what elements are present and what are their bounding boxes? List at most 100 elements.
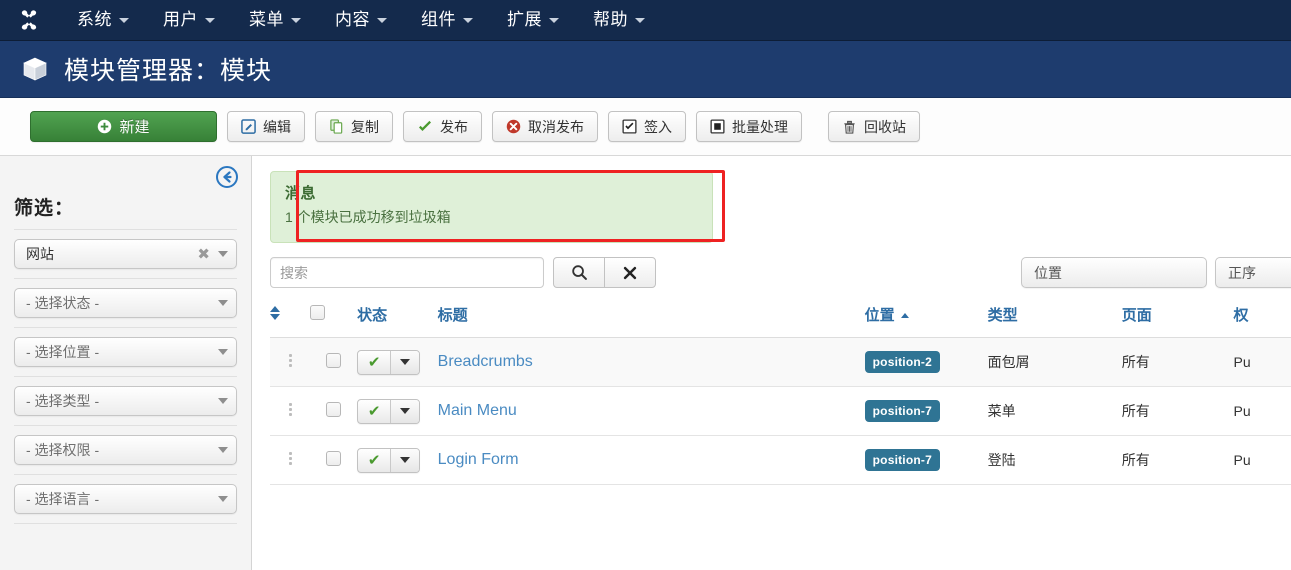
new-button[interactable]: 新建: [30, 111, 217, 142]
column-title[interactable]: 标题: [437, 304, 865, 338]
trash-button[interactable]: 回收站: [828, 111, 920, 142]
chevron-down-icon: [377, 18, 387, 24]
row-checkbox[interactable]: [326, 353, 342, 368]
select-all-checkbox[interactable]: [310, 305, 326, 320]
modules-table: 状态 标题 位置 类型 页面 权 ✔ Breadcrumbs position-…: [270, 304, 1291, 485]
filter-access-select[interactable]: - 选择权限 -: [14, 435, 237, 465]
circle-arrow-left-icon[interactable]: [215, 165, 239, 189]
column-state[interactable]: 状态: [357, 304, 438, 338]
row-position-cell: position-2: [864, 337, 988, 387]
row-title-cell: Breadcrumbs: [437, 337, 865, 387]
search-clear-button[interactable]: [604, 257, 656, 288]
table-head: 状态 标题 位置 类型 页面 权: [270, 304, 1291, 338]
sort-direction-select[interactable]: 正序: [1215, 257, 1291, 288]
batch-button[interactable]: 批量处理: [696, 111, 802, 142]
unpublish-button[interactable]: 取消发布: [492, 111, 598, 142]
state-dropdown-toggle[interactable]: [390, 350, 420, 374]
table-row: ✔ Breadcrumbs position-2 面包屑 所有 Pu: [270, 337, 1291, 387]
trash-button-label: 回收站: [864, 118, 906, 135]
pencil-square-icon: [241, 119, 256, 134]
nav-item-components[interactable]: 组件: [404, 0, 490, 40]
search-submit-button[interactable]: [553, 257, 605, 288]
publish-button[interactable]: 发布: [403, 111, 482, 142]
drag-handle-icon[interactable]: [288, 450, 292, 467]
module-title-link[interactable]: Breadcrumbs: [438, 353, 533, 370]
chevron-down-icon: [218, 447, 228, 453]
batch-button-label: 批量处理: [732, 118, 788, 135]
filter-type-select[interactable]: - 选择类型 -: [14, 386, 237, 416]
nav-item-users[interactable]: 用户: [146, 0, 232, 40]
row-checkbox[interactable]: [326, 402, 342, 417]
state-toggle-published[interactable]: ✔: [357, 398, 421, 424]
nav-item-system[interactable]: 系统: [60, 0, 146, 40]
magnifier-icon: [571, 265, 587, 280]
chevron-down-icon: [463, 18, 473, 24]
chevron-down-icon: [400, 457, 411, 463]
row-type-cell: 登陆: [987, 435, 1122, 485]
divider: [14, 425, 237, 426]
page-header: 模块管理器：模块: [0, 41, 1291, 98]
nav-item-extensions[interactable]: 扩展: [490, 0, 576, 40]
joomla-logo-icon[interactable]: [16, 7, 42, 33]
nav-item-help[interactable]: 帮助: [576, 0, 662, 40]
nav-item-content[interactable]: 内容: [318, 0, 404, 40]
column-checkall[interactable]: [310, 304, 358, 338]
state-toggle-published[interactable]: ✔: [357, 447, 421, 473]
copy-button[interactable]: 复制: [315, 111, 393, 142]
row-type-cell: 面包屑: [987, 337, 1122, 387]
nav-item-label: 扩展: [507, 10, 542, 29]
sort-by-select[interactable]: 位置: [1021, 257, 1207, 288]
check-icon[interactable]: ✔: [358, 351, 390, 374]
chevron-down-icon: [205, 18, 215, 24]
row-title-cell: Login Form: [437, 435, 865, 485]
drag-handle-icon[interactable]: [288, 352, 292, 369]
row-checkbox-cell: [310, 435, 358, 485]
check-icon[interactable]: ✔: [358, 449, 390, 472]
nav-item-label: 帮助: [593, 10, 628, 29]
filter-position-select[interactable]: - 选择位置 -: [14, 337, 237, 367]
filter-type-label: - 选择类型 -: [26, 393, 100, 409]
row-drag-handle-cell: [270, 386, 311, 436]
position-badge: position-7: [864, 400, 940, 422]
column-type[interactable]: 类型: [987, 304, 1122, 338]
chevron-down-icon: [400, 408, 411, 414]
column-access[interactable]: 权: [1233, 304, 1291, 338]
sort-updown-icon[interactable]: [270, 305, 280, 320]
row-drag-handle-cell: [270, 337, 311, 387]
chevron-down-icon: [549, 18, 559, 24]
main-panel: 消息 1 个模块已成功移到垃圾箱 位置: [252, 156, 1291, 570]
nav-item-menus[interactable]: 菜单: [232, 0, 318, 40]
column-pages[interactable]: 页面: [1121, 304, 1234, 338]
table-header-row: 状态 标题 位置 类型 页面 权: [270, 304, 1291, 338]
filter-language-select[interactable]: - 选择语言 -: [14, 484, 237, 514]
clear-icon[interactable]: ✖: [197, 245, 210, 263]
nav-item-label: 系统: [77, 10, 112, 29]
chevron-down-icon: [218, 251, 228, 257]
edit-button[interactable]: 编辑: [227, 111, 305, 142]
check-icon[interactable]: ✔: [358, 400, 390, 423]
filter-access-label: - 选择权限 -: [26, 442, 100, 458]
module-title-link[interactable]: Login Form: [438, 451, 519, 468]
row-checkbox[interactable]: [326, 451, 342, 466]
table-row: ✔ Login Form position-7 登陆 所有 Pu: [270, 435, 1291, 485]
checkin-button[interactable]: 签入: [608, 111, 686, 142]
column-position[interactable]: 位置: [864, 304, 988, 338]
filter-position-label: - 选择位置 -: [26, 344, 100, 360]
module-title-link[interactable]: Main Menu: [438, 402, 517, 419]
divider: [14, 278, 237, 279]
sort-by-label: 位置: [1034, 264, 1062, 281]
filter-site-select[interactable]: 网站 ✖: [14, 239, 237, 269]
chevron-down-icon: [291, 18, 301, 24]
state-toggle-published[interactable]: ✔: [357, 349, 421, 375]
edit-button-label: 编辑: [263, 118, 291, 135]
trash-icon: [844, 120, 855, 134]
message-area: 消息 1 个模块已成功移到垃圾箱: [252, 156, 1291, 243]
search-input[interactable]: [270, 257, 544, 288]
state-dropdown-toggle[interactable]: [390, 448, 420, 472]
column-ordering[interactable]: [270, 304, 311, 338]
drag-handle-icon[interactable]: [288, 401, 292, 418]
sort-direction-label: 正序: [1228, 264, 1256, 281]
filter-status-select[interactable]: - 选择状态 -: [14, 288, 237, 318]
state-dropdown-toggle[interactable]: [390, 399, 420, 423]
unpublish-button-label: 取消发布: [528, 118, 584, 135]
